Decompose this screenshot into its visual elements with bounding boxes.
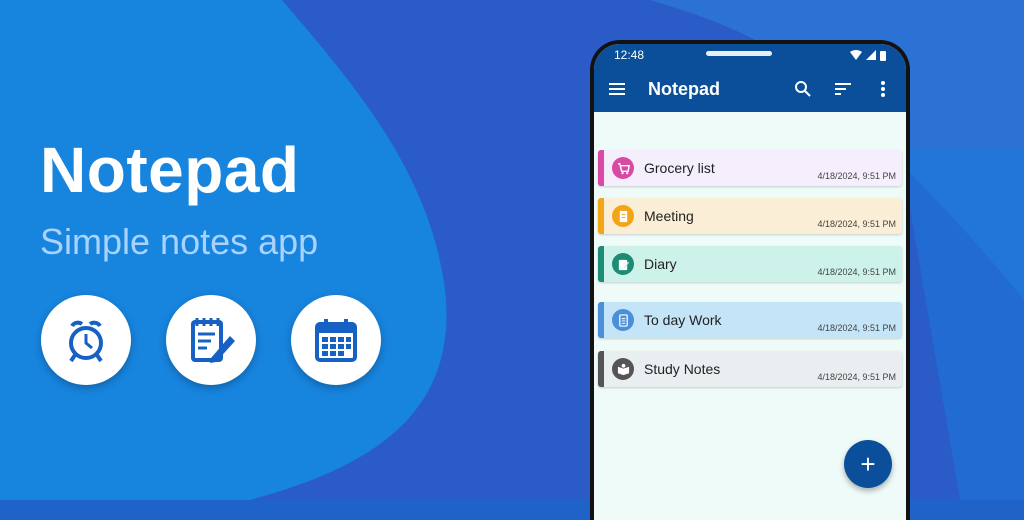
- app-title: Notepad: [648, 78, 720, 99]
- note-title: To day Work: [644, 312, 722, 328]
- menu-icon[interactable]: [604, 76, 630, 102]
- note-title: Study Notes: [644, 361, 721, 377]
- note-item-diary[interactable]: Diary 4/18/2024, 9:51 PM: [598, 246, 902, 282]
- notch: [706, 51, 772, 56]
- add-note-button[interactable]: +: [844, 440, 892, 488]
- note-title: Diary: [644, 256, 677, 272]
- app-bar: Notepad: [594, 66, 906, 112]
- wifi-icon: [850, 50, 862, 60]
- book-icon: [612, 358, 634, 380]
- page-icon: [612, 309, 634, 331]
- battery-icon: [880, 50, 886, 61]
- signal-icon: [866, 50, 876, 60]
- calendar-icon: [291, 295, 381, 385]
- phone-screen: 12:48 Notepad Grocery list 4/18/2024, 9:…: [594, 44, 906, 520]
- note-item-today-work[interactable]: To day Work 4/18/2024, 9:51 PM: [598, 302, 902, 338]
- note-time: 4/18/2024, 9:51 PM: [817, 372, 896, 382]
- note-title: Meeting: [644, 208, 694, 224]
- document-icon: [612, 205, 634, 227]
- search-icon[interactable]: [790, 76, 816, 102]
- note-item-study-notes[interactable]: Study Notes 4/18/2024, 9:51 PM: [598, 351, 902, 387]
- promo-subtitle: Simple notes app: [40, 221, 319, 262]
- note-title: Grocery list: [644, 160, 715, 176]
- status-bar: 12:48: [594, 44, 906, 66]
- app-bar-actions: [790, 76, 896, 102]
- cart-icon: [612, 157, 634, 179]
- promo-title: Notepad: [40, 134, 300, 206]
- note-item-grocery[interactable]: Grocery list 4/18/2024, 9:51 PM: [598, 150, 902, 186]
- status-time: 12:48: [614, 48, 645, 62]
- note-time: 4/18/2024, 9:51 PM: [817, 171, 896, 181]
- notepad-edit-icon: [166, 295, 256, 385]
- note-item-meeting[interactable]: Meeting 4/18/2024, 9:51 PM: [598, 198, 902, 234]
- note-time: 4/18/2024, 9:51 PM: [817, 267, 896, 277]
- alarm-clock-icon: [41, 295, 131, 385]
- sort-icon[interactable]: [830, 76, 856, 102]
- note-time: 4/18/2024, 9:51 PM: [817, 323, 896, 333]
- more-vert-icon[interactable]: [870, 76, 896, 102]
- phone-mockup: 12:48 Notepad Grocery list 4/18/2024, 9:…: [590, 40, 910, 520]
- status-icons: [850, 50, 886, 61]
- diary-icon: [612, 253, 634, 275]
- note-time: 4/18/2024, 9:51 PM: [817, 219, 896, 229]
- promo: Notepad Simple notes app: [40, 138, 318, 260]
